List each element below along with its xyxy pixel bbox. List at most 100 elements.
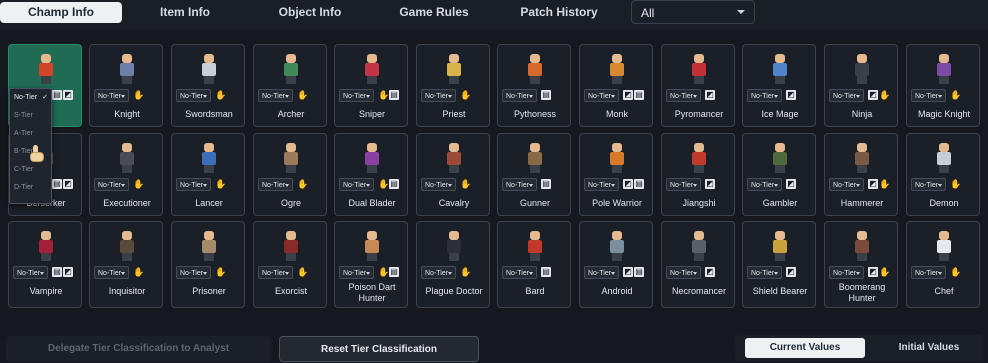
- tier-option-c[interactable]: C-Tier: [10, 161, 51, 179]
- tier-select[interactable]: No-Tier: [94, 266, 129, 279]
- tier-select[interactable]: No-Tier: [584, 178, 619, 191]
- tier-select[interactable]: No-Tier: [666, 178, 701, 191]
- role-icons: ✋: [132, 90, 144, 101]
- hand-role-icon: ✋: [460, 90, 472, 100]
- champion-card[interactable]: No-Tier ▤ Gunner: [497, 133, 571, 216]
- champion-card[interactable]: No-Tier ✋ Swordsman: [171, 44, 245, 127]
- tier-select[interactable]: No-Tier: [829, 178, 864, 191]
- tier-select-value: No-Tier: [751, 270, 775, 277]
- initial-values-button[interactable]: Initial Values: [869, 338, 988, 358]
- champion-card[interactable]: No-Tier ✋▤ Sniper: [334, 44, 408, 127]
- tier-select-value: No-Tier: [262, 93, 286, 100]
- tier-select[interactable]: No-Tier: [176, 89, 211, 102]
- tier-select[interactable]: No-Tier: [339, 89, 374, 102]
- champion-card[interactable]: No-Tier ✋ Cavalry: [416, 133, 490, 216]
- reset-tier-button[interactable]: Reset Tier Classification: [279, 336, 479, 362]
- champion-name: Lancer: [195, 198, 223, 208]
- champion-card[interactable]: No-Tier ✋▤ Poison Dart Hunter: [334, 221, 408, 308]
- role-icons: ◩ ✋: [867, 179, 890, 190]
- champion-card[interactable]: No-Tier ✋ Chef: [906, 221, 980, 308]
- tier-select[interactable]: No-Tier: [666, 266, 701, 279]
- role-icons: ✋: [949, 267, 961, 278]
- champion-card[interactable]: No-Tier ◩ ▤ Android: [579, 221, 653, 308]
- tier-select[interactable]: No-Tier: [176, 178, 211, 191]
- tier-select[interactable]: No-Tier: [339, 178, 374, 191]
- tier-select[interactable]: No-Tier: [502, 178, 537, 191]
- champion-card[interactable]: No-Tier ✋▤ Dual Blader: [334, 133, 408, 216]
- tier-select[interactable]: No-Tier: [666, 89, 701, 102]
- champion-card[interactable]: No-Tier ✋ Lancer: [171, 133, 245, 216]
- role-icons: ▤ ◩: [51, 267, 73, 278]
- role-icons: ◩: [704, 267, 715, 278]
- role-icons: ▤ ◩: [51, 90, 73, 101]
- tier-select[interactable]: No-Tier: [421, 178, 456, 191]
- champion-card[interactable]: No-Tier ✋ Archer: [253, 44, 327, 127]
- tier-select[interactable]: No-Tier: [13, 266, 48, 279]
- champion-card[interactable]: No-Tier ✋ Priest: [416, 44, 490, 127]
- champion-card[interactable]: No-Tier ✋ Magic Knight: [906, 44, 980, 127]
- champion-portrait: [851, 143, 873, 173]
- tier-select[interactable]: No-Tier: [421, 266, 456, 279]
- tier-select[interactable]: No-Tier: [258, 89, 293, 102]
- tier-select[interactable]: No-Tier: [421, 89, 456, 102]
- role-icons: ◩ ▤: [622, 179, 644, 190]
- tier-option-no-tier[interactable]: No-Tier ✓: [10, 89, 51, 107]
- sword-role-icon: ◩: [705, 179, 715, 189]
- champion-name: Inquisitor: [108, 286, 146, 296]
- chevron-down-icon: [448, 95, 452, 98]
- champion-card[interactable]: No-Tier ✋ Exorcist: [253, 221, 327, 308]
- tier-select[interactable]: No-Tier: [911, 266, 946, 279]
- tier-select-value: No-Tier: [262, 270, 286, 277]
- champion-card[interactable]: No-Tier ◩ ▤ Monk: [579, 44, 653, 127]
- champion-card[interactable]: No-Tier ◩ Jiangshi: [661, 133, 735, 216]
- tier-select[interactable]: No-Tier: [911, 178, 946, 191]
- sword-role-icon: ◩: [868, 267, 878, 277]
- tier-select[interactable]: No-Tier: [911, 89, 946, 102]
- current-values-button[interactable]: Current Values: [745, 338, 865, 358]
- tier-option-s[interactable]: S-Tier: [10, 107, 51, 125]
- tier-select[interactable]: No-Tier: [584, 89, 619, 102]
- champion-card[interactable]: No-Tier ◩ Ice Mage: [742, 44, 816, 127]
- role-icons: ✋: [132, 267, 144, 278]
- champion-card[interactable]: No-Tier ◩ ✋ Hammerer: [824, 133, 898, 216]
- champion-card[interactable]: No-Tier ◩ Pyromancer: [661, 44, 735, 127]
- champion-card[interactable]: No-Tier ✋ Plague Doctor: [416, 221, 490, 308]
- tier-select[interactable]: No-Tier: [94, 89, 129, 102]
- champion-card[interactable]: No-Tier ◩ Shield Bearer: [742, 221, 816, 308]
- tier-select[interactable]: No-Tier: [747, 266, 782, 279]
- champion-card[interactable]: No-Tier ✋ Knight: [89, 44, 163, 127]
- champion-card[interactable]: No-Tier ◩ ✋ Ninja: [824, 44, 898, 127]
- champion-card[interactable]: No-Tier ◩ ▤ Pole Warrior: [579, 133, 653, 216]
- tier-option-d[interactable]: D-Tier: [10, 179, 51, 197]
- champion-portrait: [606, 54, 628, 84]
- champion-card[interactable]: No-Tier ◩ Necromancer: [661, 221, 735, 308]
- champion-card[interactable]: No-Tier ▤ ◩ Vampire: [8, 221, 82, 308]
- tier-select[interactable]: No-Tier: [339, 266, 374, 279]
- champion-card[interactable]: No-Tier ✋ Demon: [906, 133, 980, 216]
- champion-card[interactable]: No-Tier ◩ Gambler: [742, 133, 816, 216]
- champion-card[interactable]: No-Tier ✋ Prisoner: [171, 221, 245, 308]
- champion-name: Executioner: [103, 198, 151, 208]
- delegate-tier-button[interactable]: Delegate Tier Classification to Analyst: [6, 336, 271, 362]
- champion-portrait: [851, 54, 873, 84]
- champion-card[interactable]: No-Tier ✋ Ogre: [253, 133, 327, 216]
- tier-select[interactable]: No-Tier: [94, 178, 129, 191]
- chevron-down-icon: [203, 272, 207, 275]
- champion-card[interactable]: No-Tier ▤ Bard: [497, 221, 571, 308]
- tier-select[interactable]: No-Tier: [502, 89, 537, 102]
- champion-card[interactable]: No-Tier ▤ Pythoness: [497, 44, 571, 127]
- hand-role-icon: ✋: [950, 179, 962, 189]
- tier-select[interactable]: No-Tier: [747, 89, 782, 102]
- tier-select[interactable]: No-Tier: [258, 178, 293, 191]
- tier-option-a[interactable]: A-Tier: [10, 125, 51, 143]
- tier-select[interactable]: No-Tier: [584, 266, 619, 279]
- tier-select[interactable]: No-Tier: [502, 266, 537, 279]
- champion-card[interactable]: No-Tier ◩ ✋ Boomerang Hunter: [824, 221, 898, 308]
- tier-select[interactable]: No-Tier: [829, 89, 864, 102]
- champion-card[interactable]: No-Tier ✋ Executioner: [89, 133, 163, 216]
- tier-select[interactable]: No-Tier: [258, 266, 293, 279]
- tier-select[interactable]: No-Tier: [747, 178, 782, 191]
- champion-card[interactable]: No-Tier ✋ Inquisitor: [89, 221, 163, 308]
- tier-select[interactable]: No-Tier: [829, 266, 864, 279]
- tier-select[interactable]: No-Tier: [176, 266, 211, 279]
